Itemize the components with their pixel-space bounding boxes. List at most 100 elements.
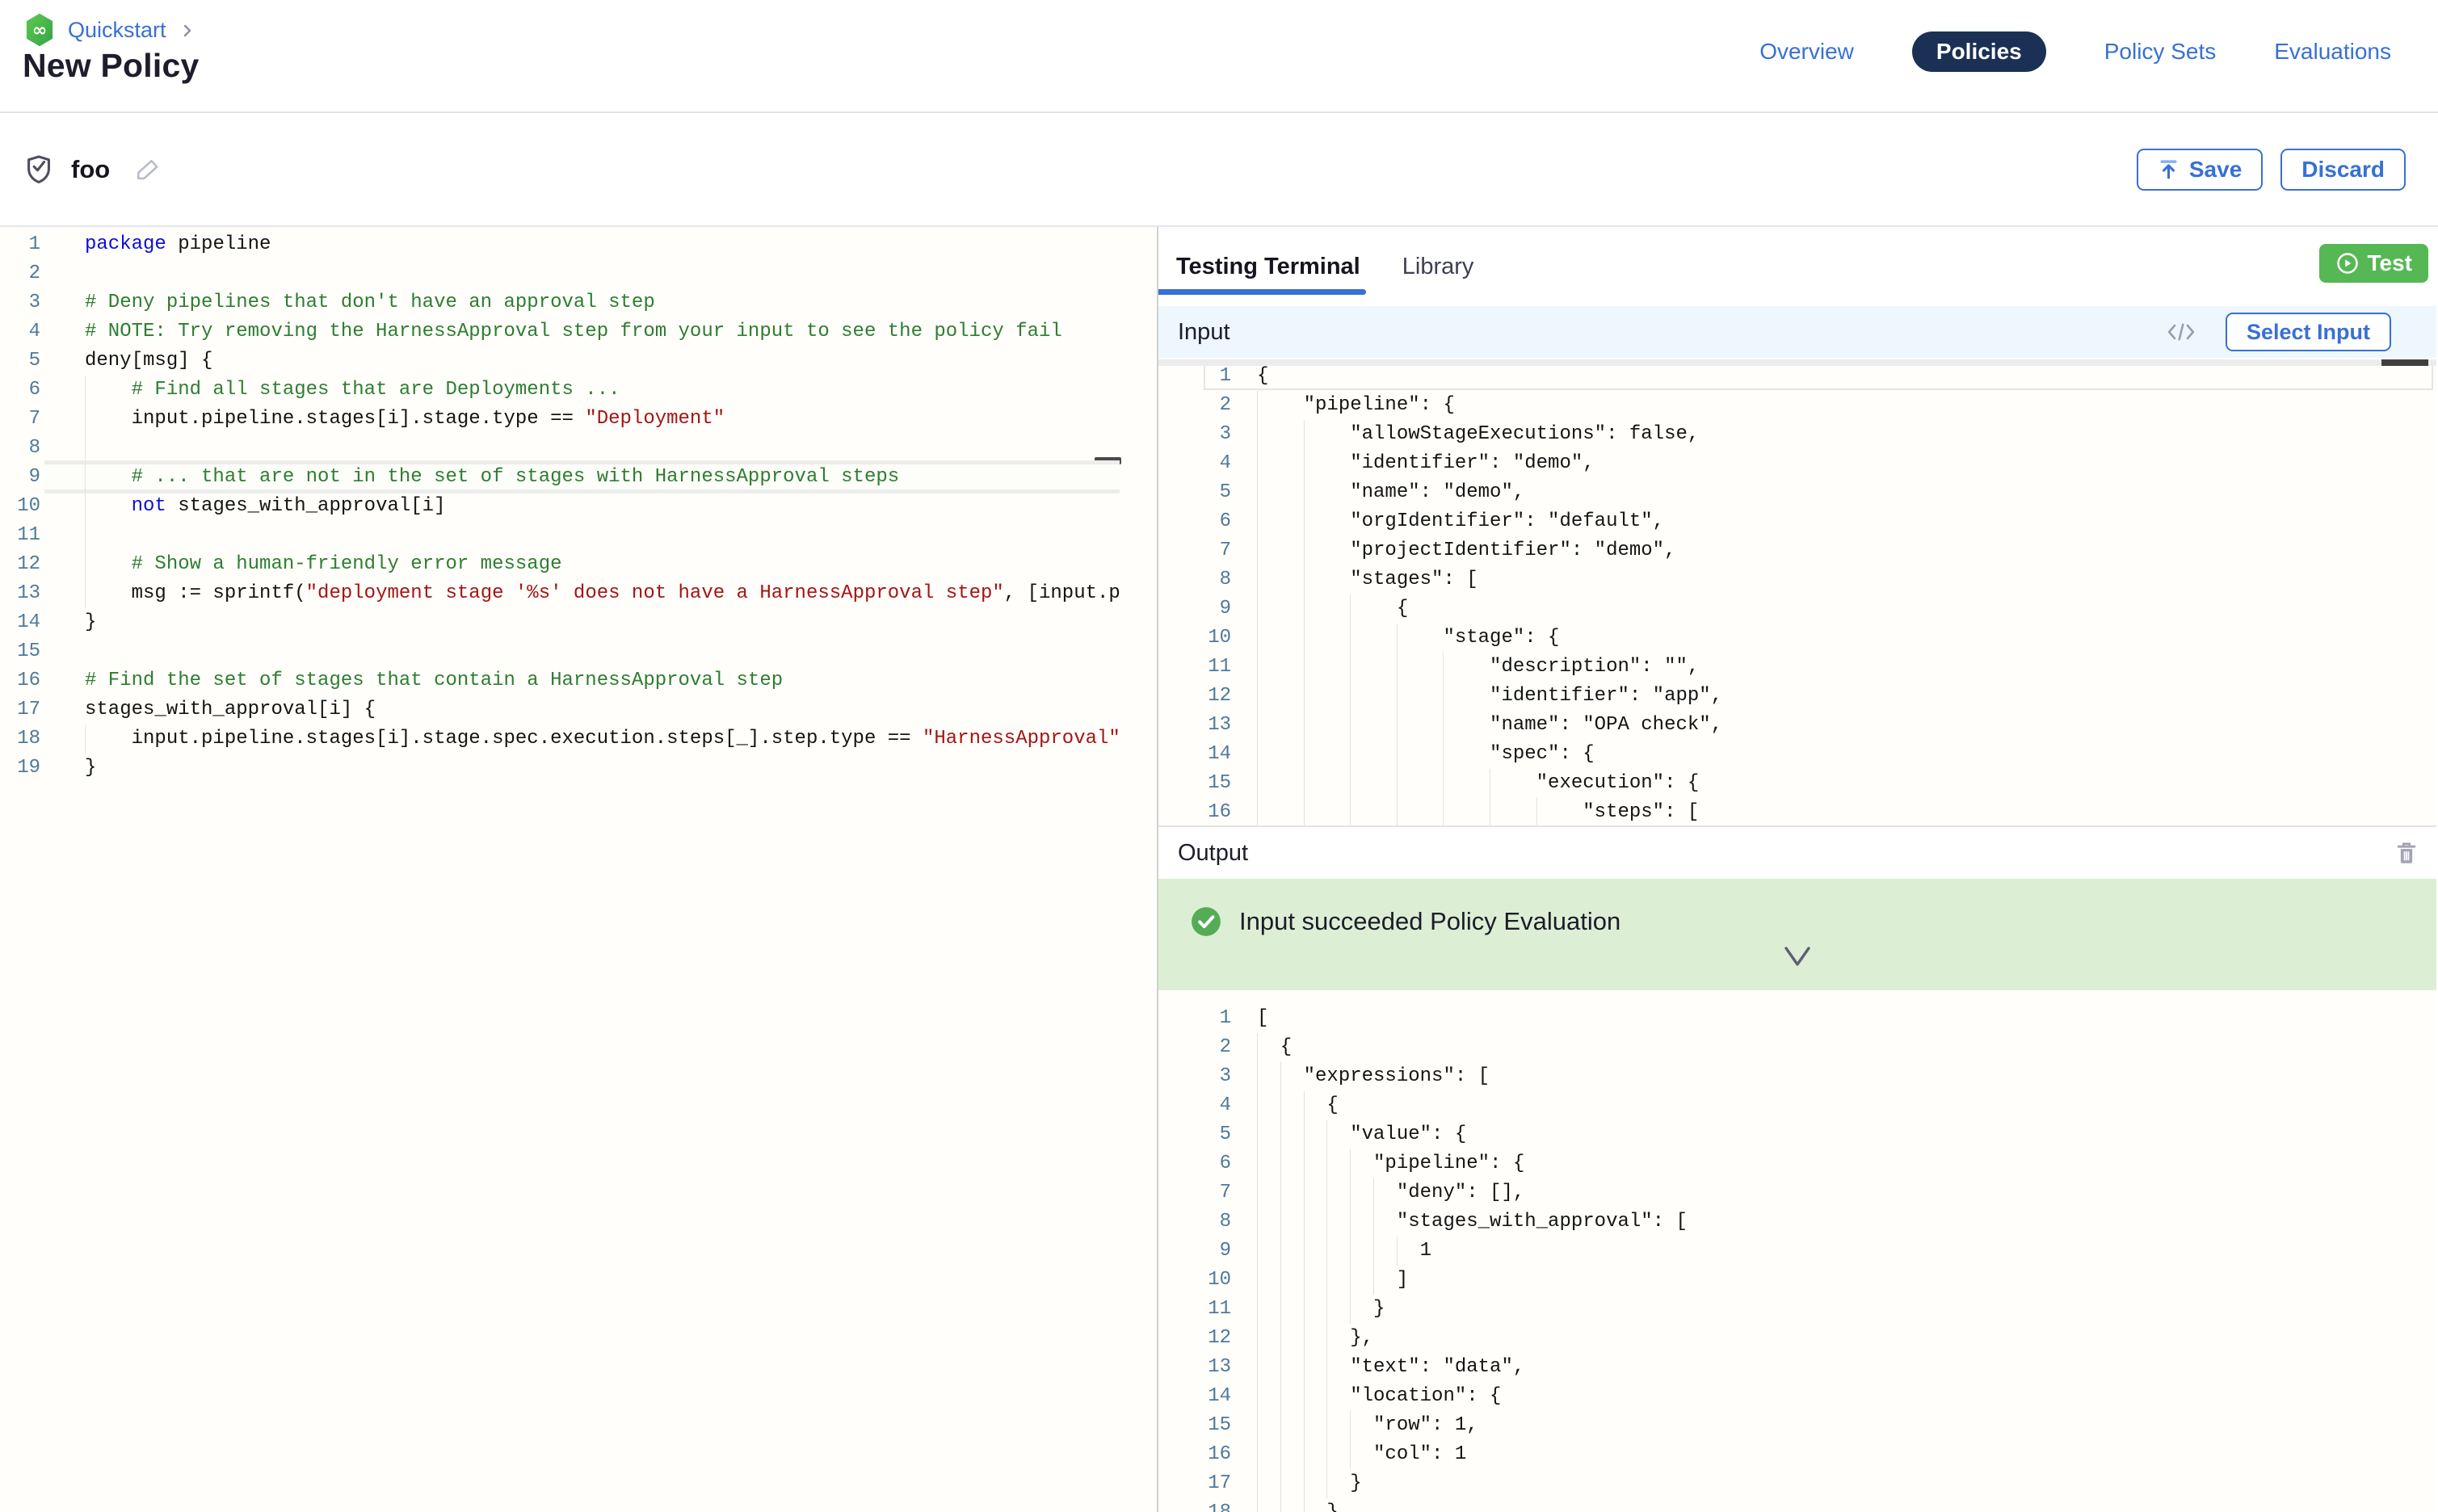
indent-guide <box>1304 1469 1305 1498</box>
indent-guide <box>1536 798 1537 825</box>
edit-name-button[interactable] <box>134 156 162 183</box>
indent-guide <box>1397 740 1398 769</box>
select-input-button[interactable]: Select Input <box>2226 313 2391 351</box>
indent-guide <box>85 521 86 550</box>
line-number: 11 <box>1158 653 1231 682</box>
indent-guide <box>1280 1324 1281 1353</box>
input-editor[interactable]: 1{2 "pipeline": {3 "allowStageExecutions… <box>1158 358 2436 825</box>
check-circle-icon <box>1191 906 1221 937</box>
breadcrumb-chevron-icon <box>178 21 197 40</box>
line-number: 3 <box>1158 1062 1231 1091</box>
indent-guide <box>1280 1440 1281 1469</box>
harness-project-icon: ∞ <box>23 12 57 48</box>
indent-guide <box>1257 1208 1258 1237</box>
nav-tab-overview[interactable]: Overview <box>1759 39 1854 65</box>
indent-guide <box>1326 1266 1327 1295</box>
scrollbar-thumb[interactable] <box>2381 359 2428 366</box>
indent-guide <box>1326 1324 1327 1353</box>
indent-guide <box>1304 1120 1305 1149</box>
policy-code-editor[interactable]: 1package pipeline23# Deny pipelines that… <box>0 227 1158 1512</box>
line-number: 2 <box>1158 391 1231 420</box>
code-line: 16 "steps": [ <box>1158 798 2436 825</box>
active-tab-underline <box>1158 289 1366 295</box>
save-button[interactable]: Save <box>2137 149 2263 191</box>
line-number: 5 <box>1158 1120 1231 1149</box>
indent-guide <box>1304 1149 1305 1178</box>
discard-button[interactable]: Discard <box>2280 149 2406 191</box>
code-line: 4# NOTE: Try removing the HarnessApprova… <box>0 317 1157 346</box>
indent-guide <box>1280 1498 1281 1512</box>
indent-guide <box>1304 478 1305 507</box>
line-number: 13 <box>1158 711 1231 740</box>
line-number: 14 <box>0 608 40 637</box>
code-view-toggle[interactable] <box>2165 319 2197 345</box>
code-line: 16 "col": 1 <box>1158 1440 2436 1469</box>
indent-guide <box>1326 1149 1327 1178</box>
nav-tab-evaluations[interactable]: Evaluations <box>2274 39 2391 65</box>
indent-guide <box>1257 624 1258 653</box>
indent-guide <box>1257 769 1258 798</box>
indent-guide <box>1304 1208 1305 1237</box>
indent-guide <box>1304 1353 1305 1382</box>
nav-tab-policy-sets[interactable]: Policy Sets <box>2104 39 2217 65</box>
indent-guide <box>1304 536 1305 565</box>
code-line: 8 "stages": [ <box>1158 565 2436 594</box>
indent-guide <box>85 550 86 579</box>
indent-guide <box>1443 682 1444 711</box>
indent-guide <box>1304 1498 1305 1512</box>
code-line: 15 <box>0 637 1157 666</box>
indent-guide <box>1257 449 1258 478</box>
line-number: 8 <box>1158 1208 1231 1237</box>
line-number: 2 <box>1158 1033 1231 1062</box>
line-number: 12 <box>1158 1324 1231 1353</box>
indent-guide <box>85 376 86 405</box>
code-line: 1{ <box>1158 362 2436 391</box>
tab-testing-terminal[interactable]: Testing Terminal <box>1176 254 1360 280</box>
code-line: 15 "execution": { <box>1158 769 2436 798</box>
indent-guide <box>1443 798 1444 825</box>
toolbar-actions: Save Discard <box>2137 149 2406 191</box>
code-line: 12 # Show a human-friendly error message <box>0 550 1157 579</box>
indent-guide <box>1397 711 1398 740</box>
code-line: 6 "orgIdentifier": "default", <box>1158 507 2436 536</box>
indent-guide <box>1257 565 1258 594</box>
indent-guide <box>85 492 86 521</box>
indent-guide <box>1350 1149 1351 1178</box>
tab-library[interactable]: Library <box>1402 254 1474 280</box>
code-line: 3# Deny pipelines that don't have an app… <box>0 288 1157 317</box>
code-line: 18 input.pipeline.stages[i].stage.spec.e… <box>0 724 1157 754</box>
clear-output-button[interactable] <box>2394 840 2419 866</box>
workspace: 1package pipeline23# Deny pipelines that… <box>0 225 2438 1512</box>
indent-guide <box>1397 653 1398 682</box>
breadcrumb-project-link[interactable]: Quickstart <box>68 18 166 43</box>
indent-guide <box>1304 1237 1305 1266</box>
indent-guide <box>1397 624 1398 653</box>
indent-guide <box>85 724 86 754</box>
line-number: 7 <box>1158 536 1231 565</box>
code-line: 12 "identifier": "app", <box>1158 682 2436 711</box>
indent-guide <box>1257 682 1258 711</box>
nav-tab-policies[interactable]: Policies <box>1912 32 2046 72</box>
line-number: 5 <box>0 346 40 376</box>
indent-guide <box>1326 1353 1327 1382</box>
expand-details-button[interactable] <box>1783 945 1812 968</box>
output-editor[interactable]: 1[2 {3 "expressions": [4 {5 "value": {6 … <box>1158 990 2436 1512</box>
code-line: 4 { <box>1158 1091 2436 1120</box>
line-number: 14 <box>1158 1382 1231 1411</box>
indent-guide <box>1304 1295 1305 1324</box>
indent-guide <box>1397 769 1398 798</box>
code-line: 3 "allowStageExecutions": false, <box>1158 420 2436 449</box>
indent-guide <box>1257 478 1258 507</box>
indent-guide <box>1280 1208 1281 1237</box>
test-button[interactable]: Test <box>2319 244 2429 283</box>
line-number: 18 <box>1158 1498 1231 1512</box>
code-line: 17stages_with_approval[i] { <box>0 695 1157 724</box>
panel-tabs: Testing Terminal Library Test <box>1158 227 2436 306</box>
indent-guide <box>1373 1208 1374 1237</box>
code-line: 7 input.pipeline.stages[i].stage.type ==… <box>0 405 1157 434</box>
code-line: 16# Find the set of stages that contain … <box>0 666 1157 695</box>
code-line: 2 <box>0 259 1157 288</box>
line-number: 6 <box>0 376 40 405</box>
indent-guide <box>1304 1411 1305 1440</box>
code-line: 8 <box>0 434 1157 463</box>
